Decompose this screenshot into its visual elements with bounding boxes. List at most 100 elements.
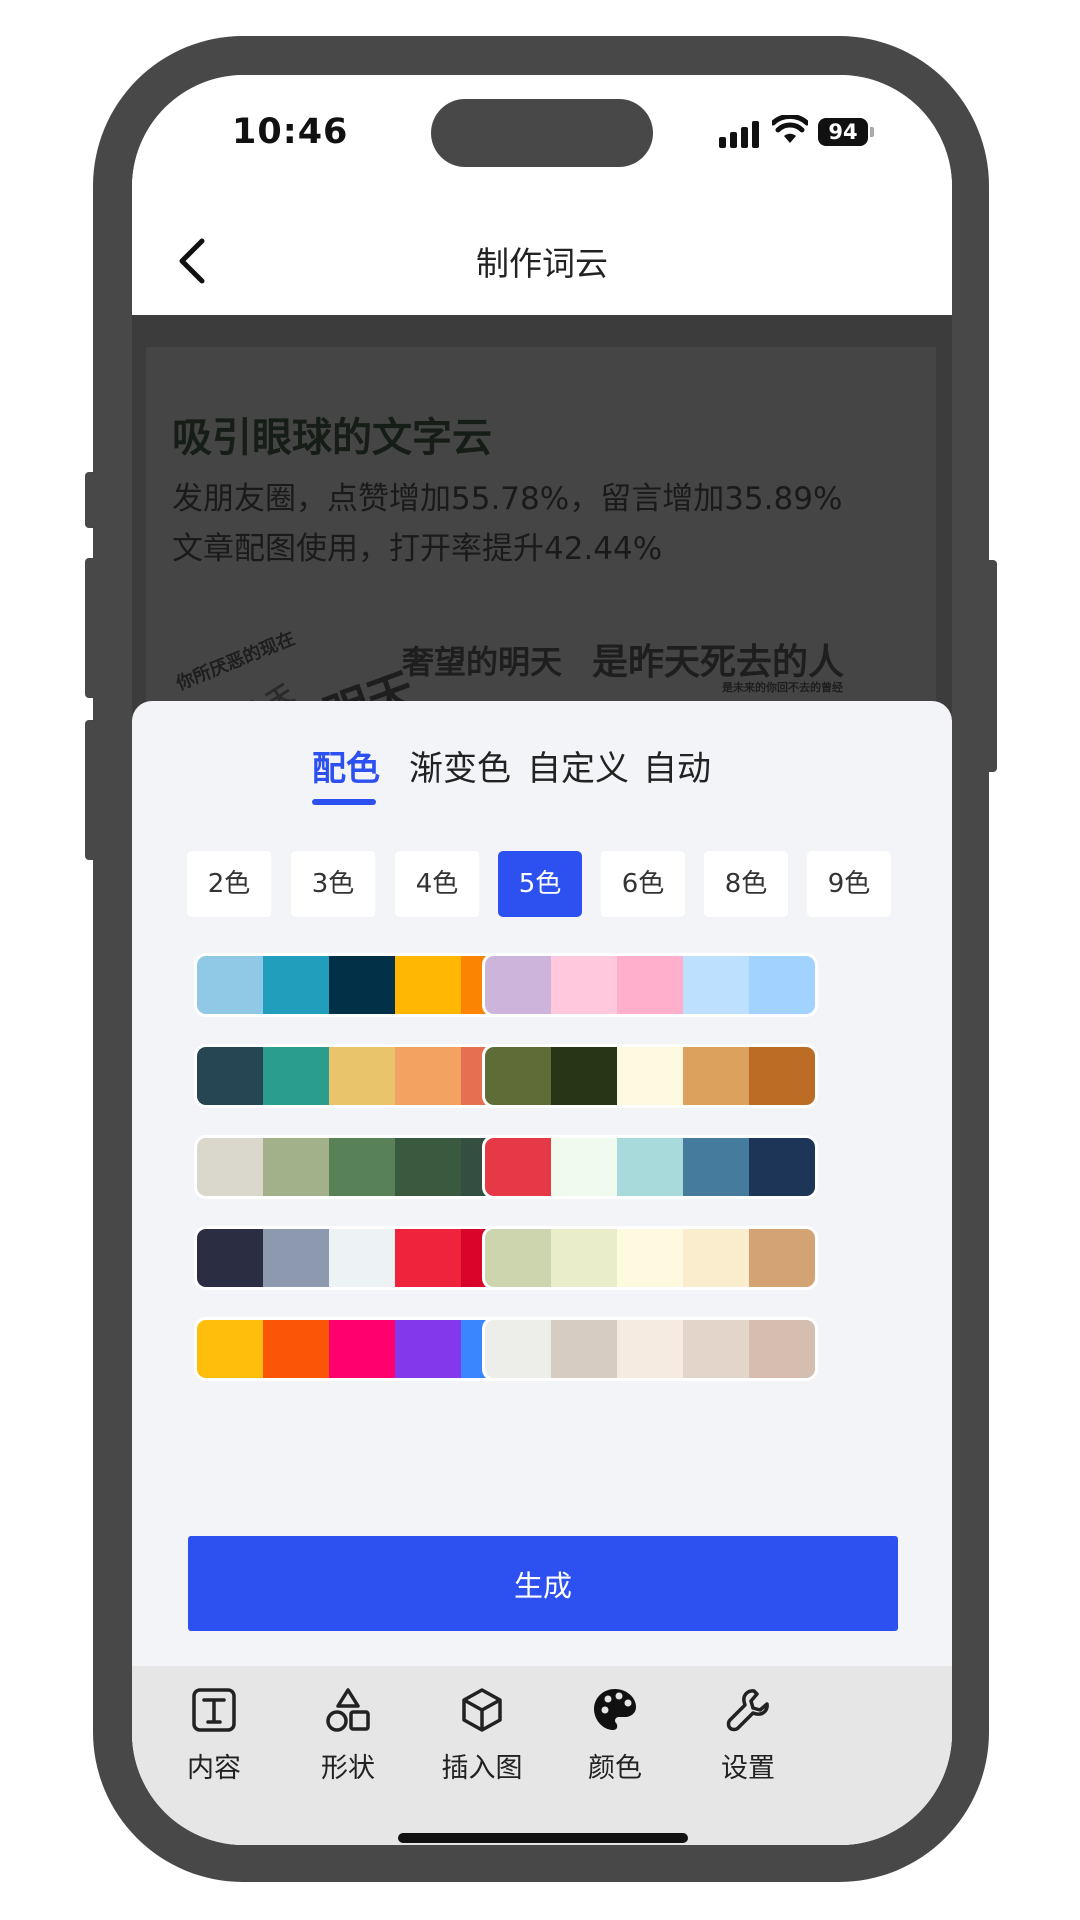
palette-swatch	[197, 1138, 263, 1196]
palette-swatch	[197, 1229, 263, 1287]
count-8-button[interactable]: 8色	[704, 851, 788, 917]
palette-swatch	[329, 1320, 395, 1378]
palette-option[interactable]	[482, 1135, 818, 1199]
palette-swatch	[683, 1138, 749, 1196]
palette-swatch	[263, 1229, 329, 1287]
palette-swatch	[263, 1047, 329, 1105]
tab-palette[interactable]: 配色	[312, 741, 380, 790]
count-5-button[interactable]: 5色	[498, 851, 582, 917]
toolbar-item-insert-image[interactable]: 插入图	[422, 1686, 542, 1785]
preview-subline-1: 发朋友圈，点赞增加55.78%，留言增加35.89%	[172, 481, 843, 517]
palette-swatch	[749, 1320, 815, 1378]
palette-swatch	[749, 1047, 815, 1105]
battery-indicator: 94	[818, 118, 868, 146]
palette-swatch	[551, 1229, 617, 1287]
cloud-word: 是未来的你回不去的曾经	[722, 681, 843, 694]
palette-swatch	[485, 1229, 551, 1287]
cloud-word: 奢望的明天	[402, 643, 563, 681]
toolbar-item-content[interactable]: 内容	[154, 1686, 274, 1785]
palette-option[interactable]	[482, 953, 818, 1017]
palette-option[interactable]	[482, 1226, 818, 1290]
status-bar: 10:46 94	[132, 75, 952, 205]
preview-subline-2: 文章配图使用，打开率提升42.44%	[172, 531, 663, 567]
color-mode-tabs: 配色 渐变色 自定义 自动	[132, 741, 952, 811]
palette-swatch	[749, 1229, 815, 1287]
palette-swatch	[485, 1047, 551, 1105]
palette-option[interactable]	[194, 953, 530, 1017]
palette-swatch	[263, 1138, 329, 1196]
dynamic-island	[431, 99, 653, 167]
palette-swatch	[197, 956, 263, 1014]
wifi-icon	[772, 115, 808, 143]
toolbar-item-shape[interactable]: 形状	[288, 1686, 408, 1785]
palette-swatch	[617, 1320, 683, 1378]
palette-option[interactable]	[194, 1226, 530, 1290]
text-box-icon	[192, 1688, 236, 1732]
count-3-button[interactable]: 3色	[291, 851, 375, 917]
palette-option[interactable]	[194, 1317, 530, 1381]
palette-option[interactable]	[482, 1044, 818, 1108]
phone-screen: 10:46 94 制作词云 吸引眼球的文字云 发朋友圈，点赞增加55.78%，留…	[132, 75, 952, 1845]
status-time: 10:46	[232, 112, 349, 152]
color-count-selector: 2色 3色 4色 5色 6色 8色 9色	[187, 851, 897, 917]
toolbar-label: 颜色	[588, 1753, 642, 1784]
palette-swatch	[551, 956, 617, 1014]
palette-swatch	[485, 1138, 551, 1196]
toolbar-item-settings[interactable]: 设置	[688, 1686, 808, 1785]
palette-swatch	[395, 1320, 461, 1378]
word-cloud-preview: 吸引眼球的文字云 发朋友圈，点赞增加55.78%，留言增加35.89% 文章配图…	[132, 315, 952, 767]
palette-swatch	[683, 956, 749, 1014]
palette-swatch	[551, 1138, 617, 1196]
preview-headline: 吸引眼球的文字云	[172, 415, 492, 461]
palette-swatch	[485, 956, 551, 1014]
palette-option[interactable]	[194, 1135, 530, 1199]
count-6-button[interactable]: 6色	[601, 851, 685, 917]
wrench-icon	[726, 1689, 769, 1732]
cellular-signal-icon	[719, 120, 761, 148]
palette-swatch	[395, 956, 461, 1014]
toolbar-item-color[interactable]: 颜色	[555, 1686, 675, 1785]
count-2-button[interactable]: 2色	[187, 851, 271, 917]
toolbar-label: 插入图	[441, 1753, 523, 1784]
palette-swatch	[617, 1138, 683, 1196]
palette-swatch	[329, 956, 395, 1014]
shapes-icon	[326, 1688, 370, 1732]
bottom-toolbar: 内容 形状 插入图 颜色 设置	[132, 1666, 952, 1845]
generate-button[interactable]: 生成	[188, 1536, 898, 1631]
active-tab-indicator	[312, 799, 376, 805]
palette-swatch	[617, 1229, 683, 1287]
toolbar-label: 形状	[321, 1753, 375, 1784]
palette-swatch	[329, 1138, 395, 1196]
palette-swatch	[263, 1320, 329, 1378]
cube-icon	[462, 1688, 502, 1732]
palette-swatch	[749, 956, 815, 1014]
palette-swatch	[551, 1320, 617, 1378]
palette-swatch	[395, 1229, 461, 1287]
toolbar-label: 设置	[721, 1753, 775, 1784]
tab-custom[interactable]: 自定义	[527, 741, 629, 790]
palette-swatch	[329, 1047, 395, 1105]
palette-swatch	[395, 1047, 461, 1105]
palette-option[interactable]	[194, 1044, 530, 1108]
count-4-button[interactable]: 4色	[395, 851, 479, 917]
count-9-button[interactable]: 9色	[807, 851, 891, 917]
page-title: 制作词云	[476, 244, 608, 283]
toolbar-label: 内容	[187, 1753, 241, 1784]
palette-swatch	[683, 1320, 749, 1378]
palette-swatch	[617, 956, 683, 1014]
cloud-word: 是昨天死去的人	[592, 642, 845, 683]
palette-swatch	[617, 1047, 683, 1105]
palette-swatch	[749, 1138, 815, 1196]
tab-auto[interactable]: 自动	[643, 741, 711, 790]
tab-gradient[interactable]: 渐变色	[409, 741, 511, 790]
palette-option[interactable]	[482, 1317, 818, 1381]
home-indicator	[398, 1833, 688, 1843]
nav-bar: 制作词云	[132, 205, 952, 315]
palette-swatch	[197, 1047, 263, 1105]
palette-swatch	[395, 1138, 461, 1196]
palette-swatch	[683, 1047, 749, 1105]
palette-icon	[594, 1689, 636, 1730]
battery-cap	[870, 127, 874, 137]
palette-swatch	[551, 1047, 617, 1105]
palette-swatch	[263, 956, 329, 1014]
